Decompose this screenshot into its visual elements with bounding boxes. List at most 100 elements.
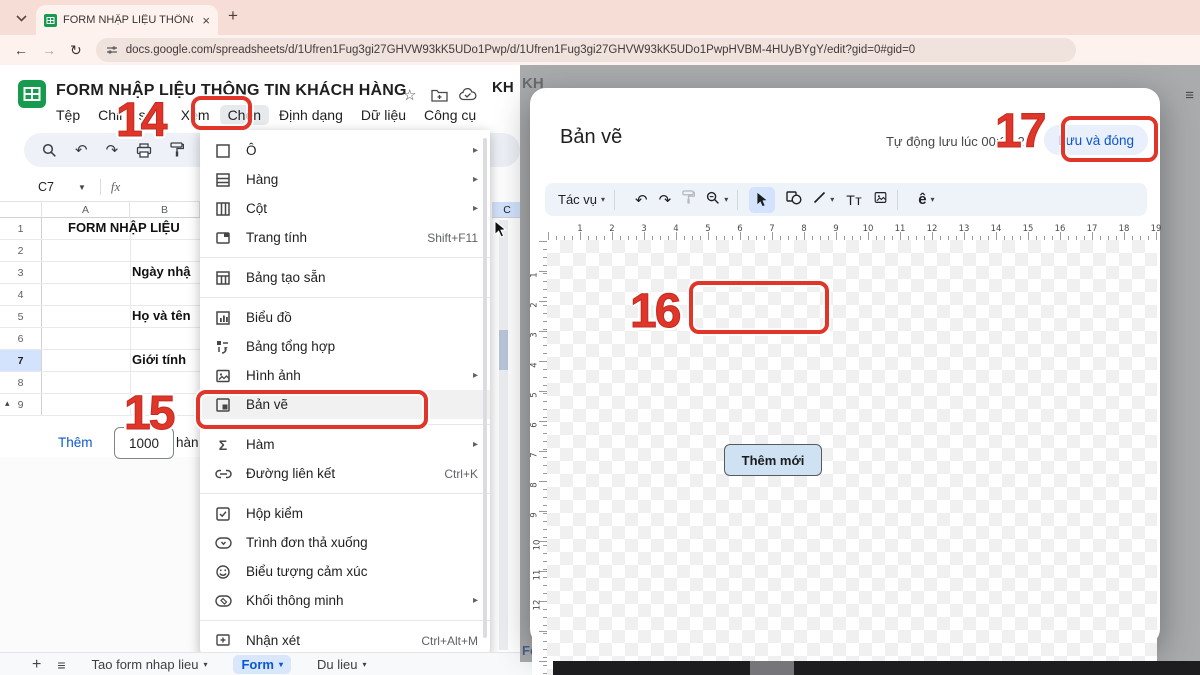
rows-icon bbox=[214, 171, 232, 189]
scrollbar-thumb[interactable] bbox=[499, 330, 508, 370]
sheet-icon bbox=[214, 229, 232, 247]
name-box-caret-icon[interactable]: ▼ bbox=[78, 183, 86, 192]
menu-item-columns[interactable]: Cột ▸ bbox=[200, 194, 490, 223]
col-header-b[interactable]: B bbox=[130, 202, 200, 218]
col-header-c[interactable]: C bbox=[492, 202, 522, 218]
search-icon[interactable] bbox=[42, 143, 57, 158]
menu-scrollbar[interactable] bbox=[483, 138, 487, 638]
shape-tool-icon[interactable] bbox=[786, 190, 802, 209]
menu-item-checkbox[interactable]: Hộp kiểm bbox=[200, 499, 490, 528]
col-header-a[interactable]: A bbox=[42, 202, 130, 218]
table-row[interactable]: 5 Họ và tên bbox=[0, 306, 200, 328]
sheet-tab[interactable]: Du lieu ▾ bbox=[317, 657, 366, 672]
submenu-arrow-icon: ▸ bbox=[472, 145, 478, 156]
add-sheet-button[interactable]: + bbox=[32, 656, 41, 674]
menu-item-chart[interactable]: Biểu đồ bbox=[200, 303, 490, 332]
undo-icon[interactable]: ↶ bbox=[635, 191, 648, 209]
menu-divider bbox=[200, 493, 490, 494]
row-group-collapse-icon[interactable]: ▴ bbox=[5, 398, 10, 409]
new-tab-button[interactable]: + bbox=[228, 6, 238, 26]
menu-item-dropdown[interactable]: Trình đơn thả xuống bbox=[200, 528, 490, 557]
table-row[interactable]: 4 bbox=[0, 284, 200, 306]
print-icon[interactable] bbox=[136, 142, 152, 158]
sheets-favicon bbox=[44, 13, 57, 27]
sheet-tab-active[interactable]: Form ▾ bbox=[233, 655, 291, 674]
select-tool-active[interactable] bbox=[749, 186, 776, 213]
forward-icon[interactable]: → bbox=[42, 42, 56, 58]
shortcut: Ctrl+K bbox=[444, 466, 478, 481]
columns-icon bbox=[214, 200, 232, 218]
table-row[interactable]: 2 bbox=[0, 240, 200, 262]
menu-data[interactable]: Dữ liệu bbox=[361, 107, 406, 123]
url-text: docs.google.com/spreadsheets/d/1Ufren1Fu… bbox=[125, 44, 916, 56]
redo-icon[interactable]: ↷ bbox=[106, 141, 119, 159]
table-row[interactable]: 3 Ngày nhậ bbox=[0, 262, 200, 284]
add-rows-button[interactable]: Thêm bbox=[58, 435, 93, 450]
save-and-close-button[interactable]: Lưu và đóng bbox=[1044, 125, 1148, 155]
url-bar[interactable]: docs.google.com/spreadsheets/d/1Ufren1Fu… bbox=[95, 38, 1076, 62]
menu-item-comment[interactable]: Nhận xét Ctrl+Alt+M bbox=[200, 626, 490, 655]
table-row[interactable]: 9 bbox=[0, 394, 200, 416]
back-icon[interactable]: ← bbox=[14, 42, 28, 58]
tab-close-icon[interactable]: × bbox=[202, 13, 210, 28]
menu-item-sheet[interactable]: Trang tính Shift+F11 bbox=[200, 223, 490, 252]
pivot-icon bbox=[214, 338, 232, 356]
canvas-shape-button[interactable]: Thêm mới bbox=[724, 444, 822, 476]
table-row[interactable]: 8 bbox=[0, 372, 200, 394]
menu-item-link[interactable]: Đường liên kết Ctrl+K bbox=[200, 459, 490, 488]
dropdown-icon bbox=[214, 534, 232, 552]
menu-insert[interactable]: Chèn bbox=[219, 105, 270, 125]
menu-divider bbox=[200, 620, 490, 621]
menu-item-image[interactable]: Hình ảnh ▸ bbox=[200, 361, 490, 390]
menu-item-function[interactable]: Σ Hàm ▸ bbox=[200, 430, 490, 459]
all-sheets-icon[interactable]: ≡ bbox=[57, 657, 65, 673]
cell-text: FORM NHẬP LIỆU bbox=[68, 220, 180, 235]
browser-tab[interactable]: FORM NHẬP LIỆU THÔNG TIN × bbox=[36, 5, 218, 35]
menu-item-cell[interactable]: Ô ▸ bbox=[200, 136, 490, 165]
comment-icon bbox=[214, 632, 232, 650]
table-row[interactable]: 6 bbox=[0, 328, 200, 350]
menu-item-emoji[interactable]: Biểu tượng cảm xúc bbox=[200, 557, 490, 586]
menu-view[interactable]: Xem bbox=[181, 107, 210, 123]
table-row[interactable]: 7 Giới tính bbox=[0, 350, 200, 372]
redo-icon[interactable]: ↷ bbox=[659, 191, 672, 209]
browser-tab-bar: FORM NHẬP LIỆU THÔNG TIN × + bbox=[0, 0, 1200, 35]
text-tool[interactable]: Tт bbox=[846, 192, 862, 208]
line-tool-icon[interactable] bbox=[813, 191, 826, 208]
move-folder-icon[interactable] bbox=[431, 88, 448, 102]
drawing-canvas[interactable]: Thêm mới bbox=[547, 240, 1157, 675]
caret-down-icon: ▾ bbox=[830, 195, 835, 204]
paint-format-icon[interactable] bbox=[170, 142, 185, 158]
menu-file[interactable]: Tệp bbox=[56, 107, 80, 123]
tab-search-chevron-icon[interactable] bbox=[10, 7, 32, 29]
menu-item-smart-chip[interactable]: Khối thông minh ▸ bbox=[200, 586, 490, 615]
add-rows-count-input[interactable] bbox=[114, 427, 174, 459]
tune-icon bbox=[106, 46, 117, 54]
menu-item-pivot[interactable]: Bảng tổng hợp bbox=[200, 332, 490, 361]
undo-icon[interactable]: ↶ bbox=[75, 141, 88, 159]
star-icon[interactable]: ☆ bbox=[403, 86, 416, 104]
menu-divider bbox=[200, 257, 490, 258]
vertical-scrollbar[interactable] bbox=[499, 220, 508, 650]
tab-caret-icon: ▾ bbox=[278, 660, 283, 669]
reload-icon[interactable]: ↻ bbox=[70, 42, 82, 59]
emoji-icon bbox=[214, 563, 232, 581]
menu-item-table-template[interactable]: Bảng tạo sẵn bbox=[200, 263, 490, 292]
menu-divider bbox=[200, 297, 490, 298]
shortcut: Ctrl+Alt+M bbox=[421, 633, 478, 648]
menu-item-drawing[interactable]: Bản vẽ bbox=[200, 390, 490, 419]
menu-item-rows[interactable]: Hàng ▸ bbox=[200, 165, 490, 194]
accent-tool[interactable]: ê bbox=[918, 191, 926, 208]
sheet-tab[interactable]: Tao form nhap lieu ▾ bbox=[92, 657, 208, 672]
link-icon bbox=[214, 465, 232, 483]
table-row[interactable]: 1 FORM NHẬP LIỆU bbox=[0, 218, 200, 240]
chart-icon bbox=[214, 309, 232, 327]
actions-menu[interactable]: Tác vụ bbox=[558, 192, 597, 207]
name-box[interactable]: C7 bbox=[38, 180, 78, 194]
grid-corner[interactable] bbox=[0, 202, 42, 218]
zoom-tool-icon[interactable] bbox=[706, 191, 720, 209]
menu-format[interactable]: Định dạng bbox=[279, 107, 343, 123]
image-tool-icon[interactable] bbox=[873, 191, 888, 208]
menu-edit[interactable]: Chỉnh sửa bbox=[98, 107, 163, 123]
menu-tools[interactable]: Công cụ bbox=[424, 107, 476, 123]
